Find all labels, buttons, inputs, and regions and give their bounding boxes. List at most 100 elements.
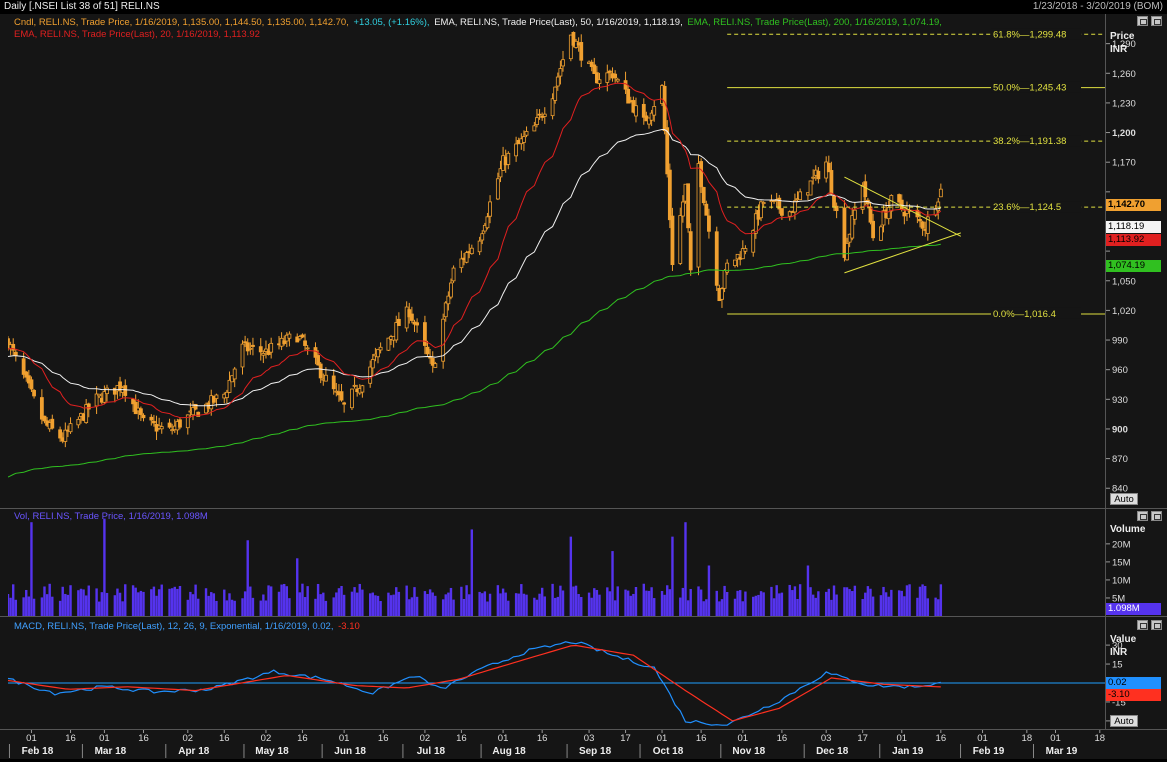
volume-axis-title: Volume (1110, 524, 1146, 535)
ema50-tag: 1,118.19 (1106, 221, 1161, 233)
price-panel-restore-icon[interactable] (1137, 16, 1148, 26)
macd-chart[interactable] (8, 617, 1105, 729)
macd-tick-label: 15 (1112, 660, 1123, 671)
legend-ema20: EMA, RELI.NS, Trade Price(Last), 20, 1/1… (14, 29, 260, 40)
volume-bar (87, 585, 90, 616)
volume-bar (762, 592, 765, 616)
price-auto-button[interactable]: Auto (1110, 493, 1138, 505)
candle-body (360, 385, 365, 393)
volume-bar (686, 600, 690, 616)
volume-bar (739, 590, 742, 616)
volume-bar (788, 584, 791, 616)
candle-body (480, 233, 485, 241)
candle-body (938, 188, 943, 198)
volume-bar (230, 599, 234, 616)
macd-panel-restore-icon[interactable] (1137, 620, 1148, 630)
volume-bar (97, 601, 101, 616)
x-axis-ticks: 01 16 01 16 02 16 02 16 01 16 02 16 01 16 03 17 01 16 01 16… (8, 730, 1105, 758)
x-day-label: 16 (65, 733, 76, 744)
candle-body (699, 161, 704, 188)
volume-bar (624, 589, 627, 616)
volume-bar (606, 587, 609, 616)
candle-body (743, 248, 748, 252)
volume-bar (25, 589, 28, 616)
volume-bar (124, 584, 127, 616)
candle-body (678, 215, 683, 264)
candle-body (524, 131, 529, 136)
x-month-label: Feb 18 (22, 746, 54, 757)
volume-panel-restore-icon[interactable] (1137, 511, 1148, 521)
candle-body (793, 200, 797, 213)
candle-body (535, 117, 539, 126)
volume-bar (660, 590, 664, 616)
volume-bar (882, 586, 885, 616)
volume-bar (817, 591, 820, 616)
volume-bar (251, 597, 255, 616)
candle-body (376, 349, 380, 358)
candle-body (553, 86, 558, 101)
volume-chart[interactable] (8, 509, 1105, 616)
volume-bar (778, 593, 781, 616)
volume-bar (288, 598, 291, 616)
volume-bar (319, 594, 322, 616)
volume-bar (590, 597, 593, 616)
volume-bar (705, 599, 708, 616)
volume-bar (410, 597, 414, 616)
triangle-trendline (844, 232, 962, 274)
volume-bar (69, 585, 72, 616)
volume-bar (632, 593, 635, 616)
volume-bar (434, 595, 437, 616)
volume-bar (298, 592, 302, 616)
volume-bar (814, 597, 817, 616)
volume-bar (303, 597, 307, 616)
volume-bar (397, 591, 401, 616)
legend-volume: Vol, RELI.NS, Trade Price, 1/16/2019, 1.… (14, 511, 208, 522)
candle-body (613, 73, 618, 79)
x-month-label: Mar 19 (1046, 746, 1078, 757)
volume-bar (444, 594, 447, 616)
volume-bar (587, 592, 591, 616)
volume-bar (176, 588, 179, 616)
volume-bar (157, 589, 161, 616)
volume-bar (843, 587, 846, 616)
volume-bar (666, 585, 669, 616)
candle-body (318, 363, 323, 379)
x-day-label: 16 (696, 733, 707, 744)
macd-tag: 0.02 (1106, 677, 1161, 689)
price-panel-close-icon[interactable] (1151, 16, 1162, 26)
candle-body (670, 215, 675, 266)
volume-bar (689, 588, 692, 616)
candle-body (634, 105, 638, 117)
fib-level-label: 61.8%—1,299.48 (993, 29, 1066, 40)
volume-bar (449, 587, 453, 616)
x-day-label: 17 (620, 733, 631, 744)
candle-body (29, 379, 34, 390)
macd-auto-button[interactable]: Auto (1110, 715, 1138, 727)
macd-panel-close-icon[interactable] (1151, 620, 1162, 630)
candle-body (300, 334, 305, 338)
volume-bar (191, 594, 195, 616)
volume-bar (501, 588, 505, 616)
volume-bar (100, 592, 104, 616)
date-range: 1/23/2018 - 3/20/2019 (BOM) (1032, 1, 1163, 12)
volume-bar (64, 593, 67, 616)
volume-bar (462, 598, 466, 616)
volume-panel-close-icon[interactable] (1151, 511, 1162, 521)
volume-bar (468, 594, 471, 616)
volume-bar (142, 591, 145, 616)
volume-bar (556, 596, 560, 616)
candle-body (597, 79, 602, 84)
candle-body (889, 195, 894, 212)
candle-body (149, 416, 154, 421)
price-chart[interactable]: 61.8%—1,299.48 50.0%—1,245.43 38.2%—1,191.… (8, 14, 1105, 508)
volume-bar (715, 590, 718, 616)
price-legend: Cndl, RELI.NS, Trade Price, 1/16/2019, 1… (14, 17, 944, 28)
candle-body (605, 72, 610, 83)
candle-body (138, 408, 143, 415)
x-month-label: Sep 18 (579, 746, 612, 757)
price-panel: 61.8%—1,299.48 50.0%—1,245.43 38.2%—1,191.… (0, 14, 1167, 508)
volume-bar (12, 584, 15, 616)
volume-bar (103, 518, 106, 616)
x-day-label: 16 (219, 733, 230, 744)
volume-bar (178, 585, 182, 616)
